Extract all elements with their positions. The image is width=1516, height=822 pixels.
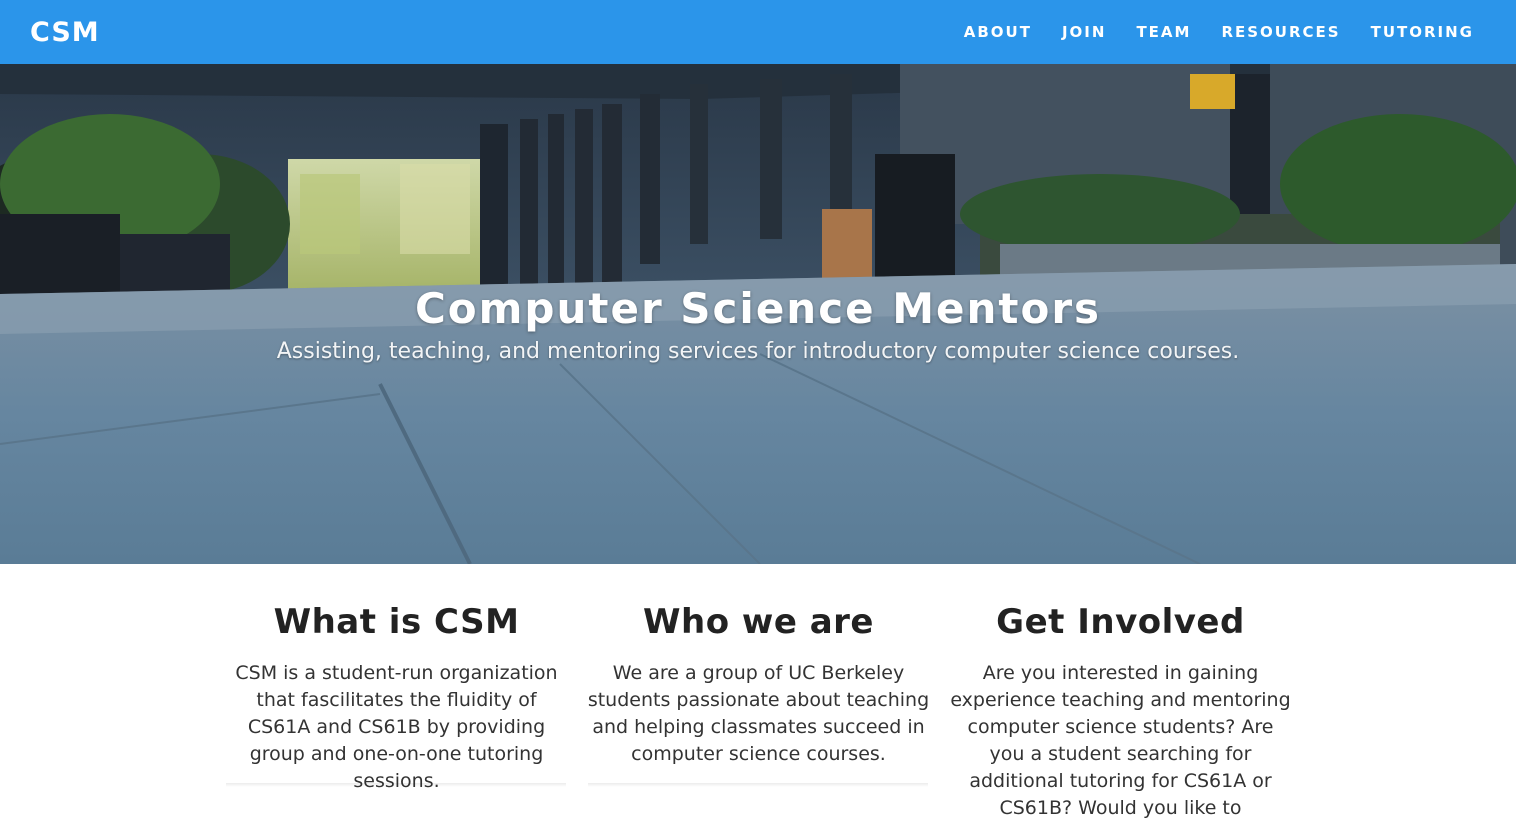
card-divider: [226, 783, 566, 787]
feature-columns: What is CSM CSM is a student-run organiz…: [0, 564, 1516, 819]
hero-title: Computer Science Mentors: [414, 284, 1102, 333]
feature-body: Are you interested in gaining experience…: [950, 662, 1291, 819]
nav-link-tutoring[interactable]: TUTORING: [1371, 23, 1474, 41]
feature-get-involved: Get Involved Are you interested in gaini…: [948, 602, 1293, 822]
nav-link-resources[interactable]: RESOURCES: [1221, 23, 1340, 41]
feature-what-is-csm: What is CSM CSM is a student-run organiz…: [224, 602, 569, 795]
top-navbar: CSM ABOUT JOIN TEAM RESOURCES TUTORING: [0, 0, 1516, 64]
hero-text-block: Computer Science Mentors Assisting, teac…: [0, 284, 1516, 364]
feature-heading: What is CSM: [273, 602, 520, 642]
feature-who-we-are: Who we are We are a group of UC Berkeley…: [586, 602, 931, 768]
brand-logo-link[interactable]: CSM: [30, 17, 100, 48]
card-divider: [588, 783, 928, 787]
feature-heading: Get Involved: [996, 602, 1245, 642]
nav-link-team[interactable]: TEAM: [1136, 23, 1191, 41]
hero-banner: Computer Science Mentors Assisting, teac…: [0, 64, 1516, 564]
nav-links: ABOUT JOIN TEAM RESOURCES TUTORING: [934, 23, 1474, 41]
feature-body: We are a group of UC Berkeley students p…: [587, 662, 930, 765]
nav-link-join[interactable]: JOIN: [1062, 23, 1106, 41]
nav-link-about[interactable]: ABOUT: [964, 23, 1032, 41]
feature-heading: Who we are: [643, 602, 874, 642]
hero-subtitle: Assisting, teaching, and mentoring servi…: [276, 339, 1240, 364]
feature-body: CSM is a student-run organization that f…: [235, 662, 558, 792]
